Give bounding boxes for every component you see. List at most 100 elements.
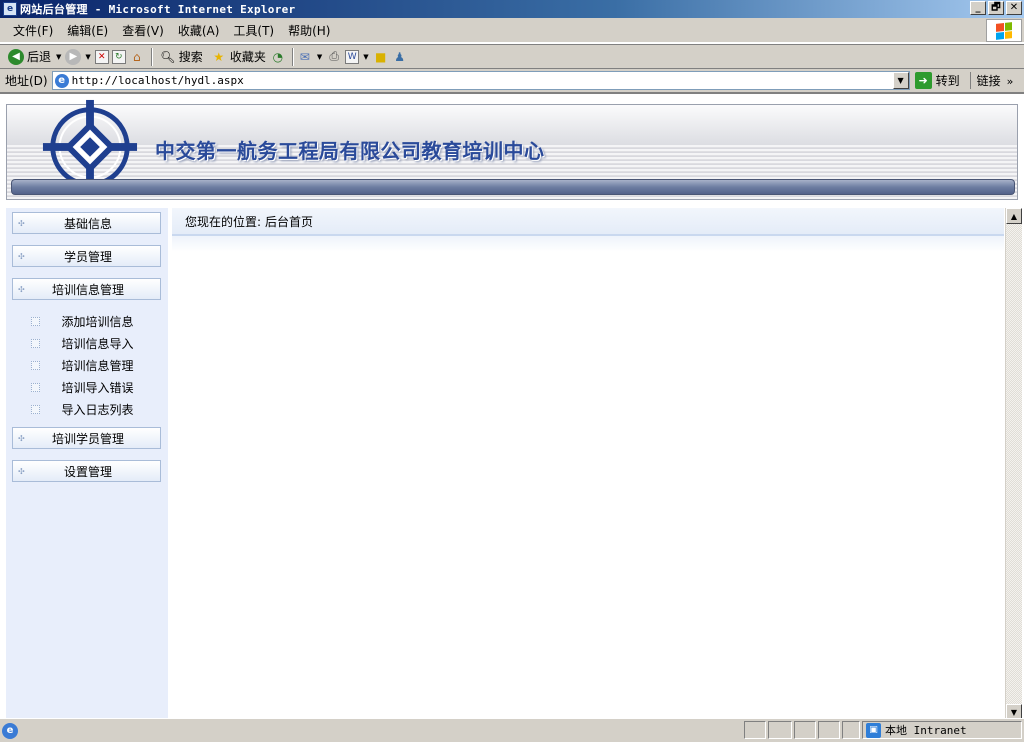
sidebar-item-label: 设置管理 [63, 464, 112, 479]
submenu-label: 培训信息导入 [61, 336, 134, 351]
discuss-icon[interactable]: ■ [373, 49, 389, 65]
menu-edit[interactable]: 编辑(E) [60, 22, 115, 39]
page-status-icon: e [2, 722, 18, 739]
sidebar-item-label: 培训学员管理 [51, 431, 124, 446]
close-button[interactable]: ✕ [1006, 1, 1022, 15]
address-input[interactable]: e http://localhost/hydl.aspx ▼ [51, 71, 910, 90]
forward-dropdown-icon[interactable]: ▼ [85, 53, 90, 61]
status-field [768, 721, 792, 739]
menu-view[interactable]: 查看(V) [115, 22, 171, 39]
submenu-import-log-list[interactable]: 导入日志列表 [12, 399, 161, 419]
sidebar-item-label: 培训信息管理 [51, 282, 124, 297]
history-icon[interactable]: ◔ [270, 49, 286, 65]
favorites-label: 收藏夹 [229, 50, 266, 64]
sidebar-item-label: 学员管理 [63, 249, 112, 264]
bullet-icon [31, 382, 40, 392]
expand-icon: ✣ [18, 218, 25, 228]
toolbar-separator [150, 47, 153, 66]
stop-icon[interactable]: ✕ [94, 49, 109, 64]
menu-favorites[interactable]: 收藏(A) [171, 22, 227, 39]
status-field [744, 721, 766, 739]
mail-dropdown-icon[interactable]: ▼ [317, 53, 322, 61]
menu-help[interactable]: 帮助(H) [281, 22, 337, 39]
star-icon: ★ [213, 49, 225, 64]
address-bar: 地址(D) e http://localhost/hydl.aspx ▼ ➜ 转… [0, 68, 1024, 92]
bullet-icon [31, 360, 40, 370]
submenu-label: 添加培训信息 [61, 314, 134, 329]
bullet-icon [31, 338, 40, 348]
banner-title: 中交第一航务工程局有限公司教育培训中心 [155, 139, 545, 163]
expand-icon: ✣ [18, 433, 25, 443]
standard-toolbar: ◀ 后退 ▼ ▶ ▼ ✕ ↻ ⌂ 🔍︎ 搜索 ★ 收藏夹 ◔ ✉ ▼ ⎙ W ▼… [0, 44, 1024, 68]
sidebar-item-student-management[interactable]: ✣ 学员管理 [12, 245, 161, 267]
favorites-button[interactable]: ★ 收藏夹 [207, 47, 270, 67]
status-field [794, 721, 816, 739]
breadcrumb-prefix: 您现在的位置: [185, 214, 262, 229]
refresh-icon[interactable]: ↻ [111, 49, 126, 64]
print-icon[interactable]: ⎙ [326, 49, 342, 65]
submenu-add-training-info[interactable]: 添加培训信息 [12, 311, 161, 331]
toolbar-separator [291, 47, 294, 66]
sidebar-item-training-info-management[interactable]: ✣ 培训信息管理 [12, 278, 161, 300]
menu-file[interactable]: 文件(F) [6, 22, 60, 39]
search-button[interactable]: 🔍︎ 搜索 [156, 47, 207, 67]
forward-arrow-icon[interactable]: ▶ [65, 48, 82, 65]
windows-logo-icon [986, 19, 1022, 42]
back-dropdown-icon[interactable]: ▼ [56, 53, 61, 61]
expand-icon: ✣ [18, 284, 25, 294]
address-url[interactable]: http://localhost/hydl.aspx [72, 74, 244, 87]
chevron-right-icon: » [1006, 75, 1014, 88]
breadcrumb: 您现在的位置: 后台首页 [172, 208, 1004, 236]
bullet-icon [31, 404, 40, 414]
minimize-button[interactable]: _ [970, 1, 986, 15]
address-label: 地址(D) [5, 74, 48, 88]
search-icon: 🔍︎ [160, 49, 176, 64]
breadcrumb-fade [172, 236, 1004, 252]
maximize-button[interactable]: 🗗 [988, 1, 1004, 15]
ie-window-icon[interactable]: e [3, 2, 17, 16]
page-icon: e [54, 73, 69, 88]
menu-tools[interactable]: 工具(T) [226, 22, 281, 39]
mail-icon[interactable]: ✉ [297, 49, 313, 65]
status-field [818, 721, 840, 739]
page-viewport: 中交第一航务工程局有限公司教育培训中心 ✣ 基础信息 ✣ 学员管理 ✣ 培训信息… [0, 92, 1024, 718]
sidebar-item-settings-management[interactable]: ✣ 设置管理 [12, 460, 161, 482]
links-button[interactable]: 链接 » [969, 72, 1014, 89]
submenu-import-errors[interactable]: 培训导入错误 [12, 377, 161, 397]
messenger-icon[interactable]: ♟ [392, 49, 408, 65]
breadcrumb-current: 后台首页 [265, 214, 314, 229]
window-title-bar[interactable]: e 网站后台管理 - Microsoft Internet Explorer _… [0, 0, 1024, 18]
sidebar-item-basic-info[interactable]: ✣ 基础信息 [12, 212, 161, 234]
scroll-down-icon[interactable]: ▼ [1006, 704, 1022, 718]
vertical-scrollbar[interactable]: ▲ ▼ [1005, 208, 1022, 718]
address-dropdown-icon[interactable]: ▼ [892, 72, 909, 89]
banner-bar [11, 179, 1015, 195]
go-button[interactable]: ➜ 转到 [914, 72, 960, 89]
submenu-label: 导入日志列表 [61, 402, 134, 417]
sidebar-item-label: 基础信息 [63, 216, 112, 231]
scroll-up-icon[interactable]: ▲ [1006, 208, 1022, 224]
go-arrow-icon: ➜ [914, 72, 932, 89]
home-icon[interactable]: ⌂ [129, 49, 145, 65]
submenu-manage-training-info[interactable]: 培训信息管理 [12, 355, 161, 375]
expand-icon: ✣ [18, 251, 25, 261]
intranet-icon: ▣ [866, 722, 881, 738]
security-zone[interactable]: ▣ 本地 Intranet [862, 721, 1022, 739]
edit-word-icon[interactable]: W [345, 49, 360, 64]
back-arrow-icon: ◀ [8, 48, 24, 65]
back-button[interactable]: ◀ 后退 [4, 47, 55, 67]
edit-dropdown-icon[interactable]: ▼ [363, 53, 368, 61]
zone-label: 本地 Intranet [885, 724, 967, 737]
window-title: 网站后台管理 - Microsoft Internet Explorer [20, 3, 296, 16]
back-label: 后退 [27, 50, 52, 64]
links-label: 链接 [976, 74, 1001, 88]
status-field [842, 721, 860, 739]
submenu-import-training-info[interactable]: 培训信息导入 [12, 333, 161, 353]
sidebar: ✣ 基础信息 ✣ 学员管理 ✣ 培训信息管理 添加培训信息 培训信息导入 培训信… [6, 208, 168, 718]
menu-bar: 文件(F) 编辑(E) 查看(V) 收藏(A) 工具(T) 帮助(H) [0, 18, 1024, 43]
sidebar-item-training-student-management[interactable]: ✣ 培训学员管理 [12, 427, 161, 449]
header-banner: 中交第一航务工程局有限公司教育培训中心 [6, 99, 1018, 200]
expand-icon: ✣ [18, 466, 25, 476]
submenu-label: 培训信息管理 [61, 358, 134, 373]
submenu-label: 培训导入错误 [61, 380, 134, 395]
